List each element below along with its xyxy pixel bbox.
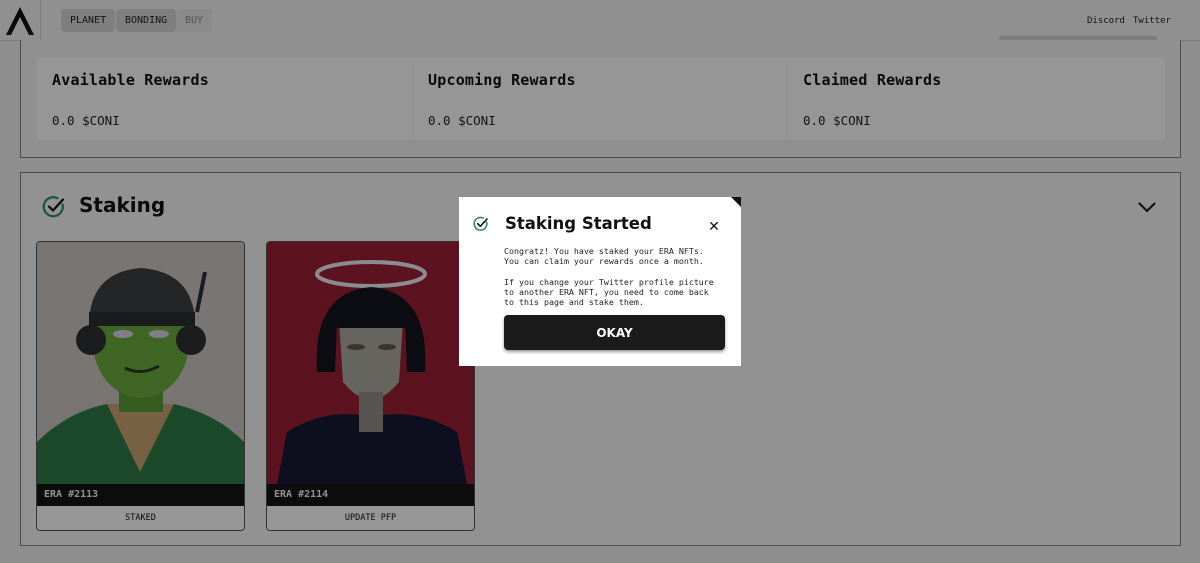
staking-started-dialog: Staking Started ✕ Congratz! You have sta…: [459, 197, 741, 366]
dialog-message-line: If you change your Twitter profile pictu…: [504, 277, 714, 287]
dialog-message-line: Congratz! You have staked your ERA NFTs.: [504, 246, 704, 256]
dialog-message-line: to this page and stake them.: [504, 297, 644, 307]
okay-button[interactable]: OKAY: [504, 315, 725, 350]
dialog-title: Staking Started: [505, 214, 652, 233]
dialog-message-line: You can claim your rewards once a month.: [504, 256, 704, 266]
dialog-message-line: to another ERA NFT, you need to come bac…: [504, 287, 709, 297]
corner-mark-icon: [731, 197, 741, 207]
check-circle-icon: [473, 216, 488, 231]
close-icon[interactable]: ✕: [707, 220, 721, 234]
